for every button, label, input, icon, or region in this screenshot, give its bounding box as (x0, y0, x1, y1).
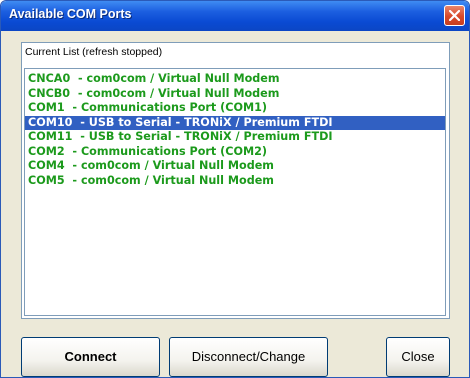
disconnect-change-button[interactable]: Disconnect/Change (169, 337, 328, 377)
port-list[interactable]: CNCA0 - com0com / Virtual Null Modem CNCB… (24, 68, 446, 316)
port-list-item[interactable]: COM10 - USB to Serial - TRONiX / Premium… (25, 115, 445, 130)
com-ports-dialog: Available COM Ports Current List (refres… (0, 0, 470, 378)
port-list-item[interactable]: COM2 - Communications Port (COM2) (25, 145, 445, 160)
port-list-item[interactable]: CNCB0 - com0com / Virtual Null Modem (25, 87, 445, 102)
close-button[interactable]: Close (386, 337, 450, 377)
title-bar[interactable]: Available COM Ports (1, 1, 469, 31)
close-x-icon (449, 10, 460, 21)
port-list-item[interactable]: COM5 - com0com / Virtual Null Modem (25, 174, 445, 189)
port-list-item[interactable]: COM1 - Communications Port (COM1) (25, 101, 445, 116)
close-window-button[interactable] (444, 5, 465, 26)
port-list-item[interactable]: CNCA0 - com0com / Virtual Null Modem (25, 72, 445, 87)
dialog-body: Current List (refresh stopped) CNCA0 - c… (4, 31, 466, 377)
port-list-item[interactable]: COM11 - USB to Serial - TRONiX / Premium… (25, 130, 445, 145)
current-list-label: Current List (refresh stopped) (25, 46, 163, 58)
connect-button[interactable]: Connect (21, 337, 160, 377)
port-list-item[interactable]: COM4 - com0com / Virtual Null Modem (25, 159, 445, 174)
window-title: Available COM Ports (9, 7, 132, 21)
current-list-panel: Current List (refresh stopped) CNCA0 - c… (21, 42, 450, 319)
